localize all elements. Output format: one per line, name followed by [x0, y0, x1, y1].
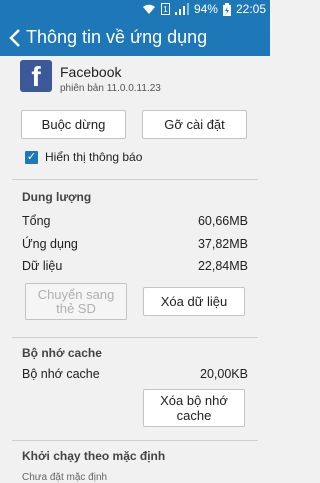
clock: 22:05	[235, 2, 266, 16]
wifi-icon	[142, 4, 155, 14]
signal-icon	[174, 3, 189, 15]
divider	[12, 179, 258, 180]
app-name: Facebook	[60, 64, 122, 80]
notifications-checkbox[interactable]: ✓	[25, 151, 38, 164]
battery-percent: 94%	[193, 2, 218, 16]
sim-icon: 1	[160, 3, 170, 15]
status-bar: 1 94% 22:05	[0, 0, 270, 20]
back-arrow-icon[interactable]	[8, 27, 24, 49]
storage-header: Dung lượng	[22, 190, 92, 204]
storage-total-value: 60,66MB	[197, 214, 248, 228]
app-version: phiên bản 11.0.0.11.23	[60, 83, 161, 94]
storage-app-label: Ứng dụng	[22, 237, 78, 251]
clear-cache-button[interactable]: Xóa bộ nhớ cache	[143, 389, 245, 427]
cache-label: Bộ nhớ cache	[22, 367, 100, 381]
divider	[12, 440, 258, 441]
storage-app-value: 37,82MB	[197, 237, 248, 251]
launch-default-subtext: Chưa đặt mặc định	[22, 472, 108, 483]
move-to-sd-button[interactable]: Chuyển sang thẻ SD	[25, 283, 127, 320]
clear-data-button[interactable]: Xóa dữ liệu	[143, 287, 245, 316]
storage-total-label: Tổng	[22, 214, 51, 228]
app-bar: Thông tin về ứng dụng	[0, 20, 270, 56]
divider	[12, 337, 258, 338]
uninstall-button[interactable]: Gỡ cài đặt	[142, 110, 247, 139]
notifications-label: Hiển thị thông báo	[45, 150, 143, 164]
storage-data-label: Dữ liệu	[22, 259, 63, 273]
facebook-logo-icon: f	[20, 60, 52, 92]
cache-header: Bộ nhớ cache	[22, 346, 102, 360]
page-title: Thông tin về ứng dụng	[26, 27, 208, 47]
check-icon: ✓	[26, 151, 37, 163]
cache-value: 20,00KB	[200, 367, 248, 381]
storage-data-value: 22,84MB	[197, 259, 248, 273]
battery-icon	[222, 2, 231, 16]
launch-default-header: Khởi chạy theo mặc định	[22, 449, 166, 463]
force-stop-button[interactable]: Buộc dừng	[21, 110, 126, 139]
